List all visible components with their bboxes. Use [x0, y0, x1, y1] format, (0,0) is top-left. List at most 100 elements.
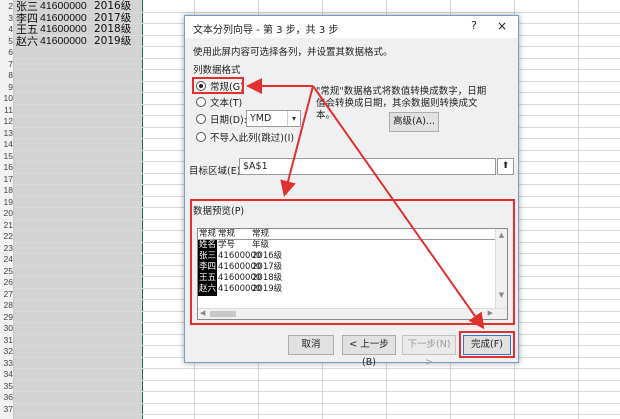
dialog-title: 文本分列向导 - 第 3 步，共 3 步: [193, 25, 339, 36]
preview-cell: 2019级: [252, 284, 283, 294]
row-header[interactable]: 12: [0, 116, 14, 127]
back-button[interactable]: < 上一步(B): [342, 335, 396, 368]
preview-vertical-scrollbar[interactable]: ▲ ▼: [495, 229, 507, 309]
destination-label: 目标区域(E):: [189, 166, 244, 177]
row-header[interactable]: 5: [0, 36, 14, 47]
row-header[interactable]: 8: [0, 70, 14, 81]
chevron-down-icon[interactable]: ▾: [287, 111, 300, 126]
row-header[interactable]: 4: [0, 24, 14, 35]
preview-header-cell[interactable]: 常规: [199, 229, 216, 240]
radio-text-label: 文本(T): [210, 98, 243, 109]
preview-cell: 年级: [252, 240, 270, 250]
grid-row-line: [14, 402, 620, 404]
radio-skip-label: 不导入此列(跳过)(I): [210, 133, 295, 144]
column-format-group-label: 列数据格式: [193, 65, 241, 76]
radio-text[interactable]: 文本(T): [196, 95, 242, 109]
radio-general-label: 常规(G): [210, 82, 244, 93]
preview-header-cell[interactable]: 常规: [218, 229, 235, 240]
preview-cell: 赵六: [199, 284, 217, 294]
cancel-button[interactable]: 取消: [288, 335, 334, 355]
grid-row-line: [14, 414, 620, 415]
row-header[interactable]: 14: [0, 139, 14, 150]
grid-row-line: [14, 368, 620, 369]
preview-cell: 张三: [199, 251, 217, 261]
row-header[interactable]: 16: [0, 162, 14, 173]
radio-general-indicator[interactable]: [196, 81, 206, 91]
row-header[interactable]: 11: [0, 105, 14, 116]
row-header[interactable]: 25: [0, 266, 14, 277]
dialog-titlebar[interactable]: 文本分列向导 - 第 3 步，共 3 步 ? ×: [185, 16, 518, 38]
destination-input[interactable]: $A$1: [239, 158, 496, 175]
grid-row-line: [14, 379, 620, 381]
row-header[interactable]: 33: [0, 358, 14, 369]
cell-year[interactable]: 2016级: [94, 1, 142, 12]
radio-general[interactable]: 常规(G): [196, 79, 244, 93]
grid-column-line: [578, 0, 579, 419]
row-header[interactable]: 18: [0, 185, 14, 196]
preview-header-cell[interactable]: 常规: [252, 229, 269, 240]
cell-id[interactable]: 41600000: [40, 12, 100, 24]
row-header[interactable]: 2: [0, 1, 14, 12]
row-header[interactable]: 10: [0, 93, 14, 104]
preview-horizontal-scrollbar[interactable]: ◀ ▶: [198, 308, 507, 319]
dialog-instruction: 使用此屏内容可选择各列，并设置其数据格式。: [193, 47, 393, 58]
scroll-down-icon[interactable]: ▼: [496, 291, 507, 299]
scroll-up-icon[interactable]: ▲: [496, 231, 507, 239]
row-headers: 2 3 4 5 6 7 8 9 10 11 12 13 14 15 16 17 18 19 20 21 22 23 24 25…: [0, 0, 14, 419]
row-header[interactable]: 13: [0, 128, 14, 139]
row-header[interactable]: 21: [0, 220, 14, 231]
radio-skip[interactable]: 不导入此列(跳过)(I): [196, 130, 294, 144]
row-header[interactable]: 37: [0, 404, 14, 415]
row-header[interactable]: 15: [0, 151, 14, 162]
date-format-value: YMD: [250, 113, 272, 124]
finish-button[interactable]: 完成(F): [463, 335, 511, 355]
help-icon[interactable]: ?: [467, 19, 481, 35]
preview-cell: 2018级: [252, 273, 283, 283]
row-header[interactable]: 28: [0, 300, 14, 311]
cell-id[interactable]: 41600000: [40, 1, 100, 12]
radio-text-indicator[interactable]: [196, 97, 206, 107]
row-header[interactable]: 19: [0, 197, 14, 208]
row-header[interactable]: 31: [0, 335, 14, 346]
row-header[interactable]: 20: [0, 208, 14, 219]
scroll-thumb[interactable]: [210, 311, 236, 317]
row-header[interactable]: 7: [0, 59, 14, 70]
row-header[interactable]: 3: [0, 13, 14, 24]
cell-id[interactable]: 41600000: [40, 24, 100, 35]
row-header[interactable]: 34: [0, 369, 14, 380]
date-format-select[interactable]: YMD ▾: [246, 110, 301, 127]
row-header[interactable]: 17: [0, 174, 14, 185]
row-header[interactable]: 30: [0, 323, 14, 334]
collapse-dialog-icon[interactable]: ⬆: [497, 158, 514, 175]
row-header[interactable]: 24: [0, 254, 14, 265]
cell-year[interactable]: 2017级: [94, 12, 142, 24]
data-preview[interactable]: 常规 常规 常规 姓名 学号 年级 张三 41600000 2016级 李四 4…: [197, 228, 508, 320]
row-header[interactable]: 36: [0, 392, 14, 403]
row-header[interactable]: 26: [0, 277, 14, 288]
cell-id[interactable]: 41600000: [40, 35, 100, 47]
row-header[interactable]: 29: [0, 312, 14, 323]
cell-year[interactable]: 2019级: [94, 35, 142, 47]
preview-cell: 李四: [199, 262, 217, 272]
preview-cell: 2017级: [252, 262, 283, 272]
row-header[interactable]: 9: [0, 82, 14, 93]
preview-cell: 学号: [218, 240, 236, 250]
close-icon[interactable]: ×: [493, 19, 511, 35]
row-header[interactable]: 6: [0, 47, 14, 58]
radio-skip-indicator[interactable]: [196, 132, 206, 142]
scroll-left-icon[interactable]: ◀: [200, 309, 205, 317]
cell-year[interactable]: 2018级: [94, 24, 142, 35]
radio-date[interactable]: 日期(D):: [196, 112, 247, 126]
advanced-button[interactable]: 高级(A)...: [389, 112, 439, 132]
preview-cell: 2016级: [252, 251, 283, 261]
radio-date-indicator[interactable]: [196, 114, 206, 124]
row-header[interactable]: 35: [0, 381, 14, 392]
row-header[interactable]: 27: [0, 289, 14, 300]
scroll-right-icon[interactable]: ▶: [488, 309, 493, 317]
row-header[interactable]: 32: [0, 346, 14, 357]
preview-header-row: 常规 常规 常规: [198, 229, 495, 240]
next-button[interactable]: 下一步(N) >: [402, 335, 456, 368]
row-header[interactable]: 23: [0, 243, 14, 254]
radio-date-label: 日期(D):: [210, 115, 247, 126]
row-header[interactable]: 22: [0, 231, 14, 242]
